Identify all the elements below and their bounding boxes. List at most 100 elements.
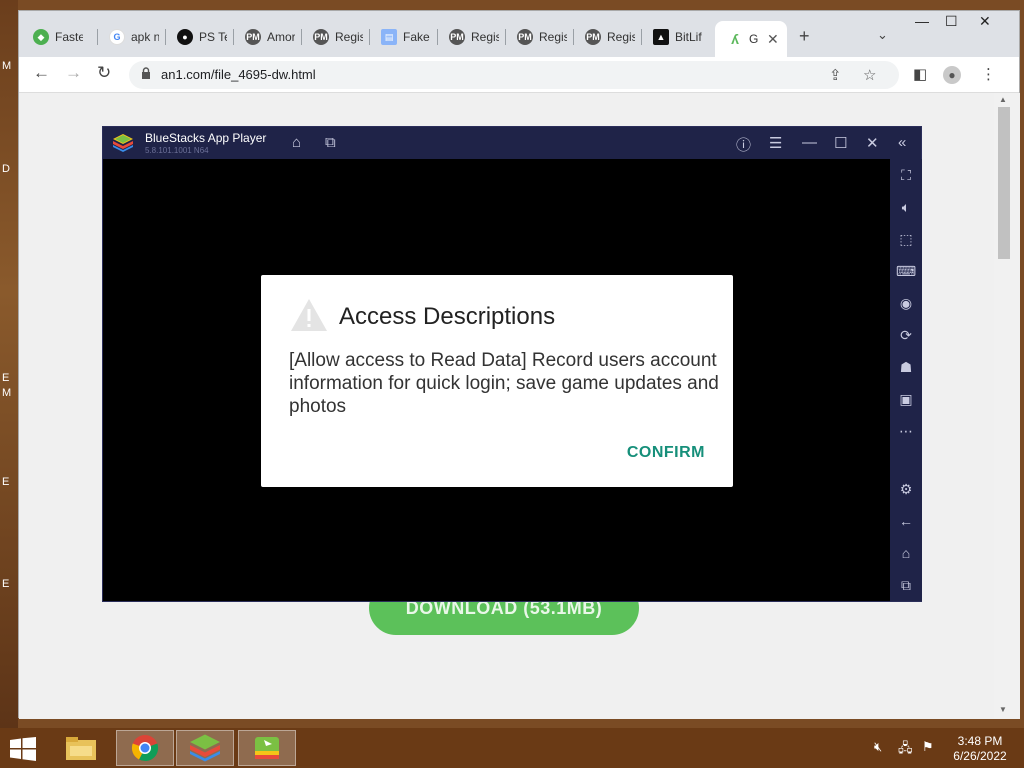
- pm-icon: PM: [517, 29, 533, 45]
- tab-label: Amor: [267, 30, 295, 44]
- scroll-up-icon[interactable]: ▲: [999, 95, 1007, 104]
- volume-muted-icon[interactable]: 🔇︎: [874, 739, 882, 755]
- tab-label: Regis: [539, 30, 567, 44]
- share-icon[interactable]: ⇪: [829, 66, 842, 84]
- minimize-icon[interactable]: —: [915, 13, 929, 29]
- clock-date: 6/26/2022: [953, 749, 1007, 763]
- bluestacks-window: BlueStacks App Player 5.8.101.1001 N64 ⌂…: [102, 126, 922, 602]
- browser-tab[interactable]: G apk n: [97, 25, 165, 49]
- system-clock[interactable]: 3:48 PM 6/26/2022: [948, 734, 1012, 764]
- chevron-down-icon[interactable]: ⌄: [877, 27, 888, 43]
- taskbar: 🔇︎ 🖧︎ ⚑ 3:48 PM 6/26/2022: [0, 728, 1024, 768]
- pointer-icon[interactable]: ⬚: [898, 231, 914, 247]
- multi-instance-icon[interactable]: ⧉: [325, 134, 336, 151]
- home-icon[interactable]: ⌂: [292, 134, 301, 151]
- action-center-icon[interactable]: ⚑: [922, 739, 934, 755]
- reload-icon[interactable]: ↻: [97, 63, 111, 83]
- recent-apps-icon[interactable]: ⧉: [898, 577, 914, 593]
- bluestacks-sidebar: ⛶ 🔈︎ ⬚ ⌨ ◉ ⟳ ☗ ▣ ⋯ ⚙ ← ⌂ ⧉: [890, 159, 922, 601]
- desktop-icon-label: E: [2, 476, 10, 488]
- scroll-down-icon[interactable]: ▼: [999, 705, 1007, 714]
- browser-tab[interactable]: PM Amor: [233, 25, 301, 49]
- bookmark-star-icon[interactable]: ☆: [863, 66, 876, 84]
- macro-icon[interactable]: ☗: [898, 359, 914, 375]
- file-explorer-taskbar-button[interactable]: [52, 730, 110, 766]
- desktop-icon-label: M: [2, 60, 12, 72]
- home-icon[interactable]: ⌂: [898, 545, 914, 561]
- browser-tab[interactable]: ▤ Fake: [369, 25, 437, 49]
- rotate-icon[interactable]: ⟳: [898, 327, 914, 343]
- pm-icon: PM: [313, 29, 329, 45]
- doc-icon: ▤: [381, 29, 397, 45]
- bluestacks-multi-instance-taskbar-button[interactable]: [238, 730, 296, 766]
- more-icon[interactable]: ⋯: [898, 423, 914, 439]
- tab-label: Faste: [55, 30, 83, 44]
- android-screen: Access Descriptions [Allow access to Rea…: [103, 159, 890, 601]
- browser-toolbar: ← → ↻ an1.com/file_4695-dw.html ⇪ ☆ ◧ ● …: [19, 57, 1019, 93]
- menu-kebab-icon[interactable]: ⋮: [981, 65, 996, 83]
- confirm-button[interactable]: CONFIRM: [627, 444, 705, 462]
- collapse-sidebar-icon[interactable]: «: [898, 134, 906, 151]
- address-bar[interactable]: an1.com/file_4695-dw.html ⇪ ☆: [129, 61, 899, 89]
- volume-icon[interactable]: 🔈︎: [898, 199, 914, 215]
- keyboard-icon[interactable]: ⌨: [896, 263, 916, 279]
- browser-tab[interactable]: ▲ BitLif: [641, 25, 713, 49]
- bluestacks-icon: ◆: [33, 29, 49, 45]
- windows-start-icon[interactable]: [10, 737, 36, 761]
- url-text: an1.com/file_4695-dw.html: [161, 67, 316, 82]
- pm-icon: PM: [585, 29, 601, 45]
- lock-icon: [142, 67, 150, 79]
- desktop-icon-label: E: [2, 578, 10, 590]
- app-version: 5.8.101.1001 N64: [145, 146, 209, 155]
- maximize-icon[interactable]: ☐: [945, 13, 958, 30]
- clock-time: 3:48 PM: [957, 734, 1003, 748]
- minimize-icon[interactable]: —: [802, 134, 817, 151]
- profile-avatar-icon[interactable]: ●: [943, 66, 961, 84]
- browser-tab[interactable]: PM Regis: [505, 25, 573, 49]
- back-icon[interactable]: ←: [898, 513, 914, 529]
- maximize-icon[interactable]: ☐: [834, 134, 847, 152]
- chrome-taskbar-button[interactable]: [116, 730, 174, 766]
- tab-label: Regis: [471, 30, 499, 44]
- pm-icon: PM: [245, 29, 261, 45]
- record-icon[interactable]: ◉: [898, 295, 914, 311]
- apk-install-icon[interactable]: ▣: [898, 391, 914, 407]
- browser-tab[interactable]: ◆ Faste: [21, 25, 97, 49]
- network-icon[interactable]: 🖧︎: [898, 739, 913, 761]
- close-icon[interactable]: ✕: [767, 31, 779, 48]
- close-window-icon[interactable]: ✕: [979, 13, 991, 30]
- bluestacks-icon: [190, 734, 220, 762]
- dialog-message: [Allow access to Read Data] Record users…: [289, 350, 719, 417]
- hamburger-menu-icon[interactable]: ☰: [769, 134, 782, 152]
- close-icon[interactable]: ✕: [866, 134, 879, 152]
- dialog-title: Access Descriptions: [339, 303, 556, 330]
- browser-tab[interactable]: PM Regis: [437, 25, 505, 49]
- side-panel-icon[interactable]: ◧: [913, 65, 927, 83]
- browser-tab[interactable]: ● PS Te: [165, 25, 233, 49]
- folder-icon: [66, 737, 96, 760]
- scroll-thumb[interactable]: [998, 107, 1010, 259]
- browser-tab[interactable]: PM Regis: [301, 25, 369, 49]
- google-icon: G: [109, 29, 125, 45]
- settings-gear-icon[interactable]: ⚙: [898, 481, 914, 497]
- tab-label: Fake: [403, 30, 430, 44]
- fullscreen-icon[interactable]: ⛶: [898, 167, 914, 183]
- access-dialog: Access Descriptions [Allow access to Rea…: [261, 275, 733, 487]
- desktop-icon-label: D: [2, 163, 10, 175]
- new-tab-icon[interactable]: +: [799, 26, 810, 47]
- tab-label: PS Te: [199, 30, 227, 44]
- bluestacks-taskbar-button[interactable]: [176, 730, 234, 766]
- chrome-icon: [131, 735, 159, 762]
- back-icon[interactable]: ←: [33, 63, 50, 83]
- app-title: BlueStacks App Player: [145, 131, 267, 145]
- browser-tab[interactable]: PM Regis: [573, 25, 641, 49]
- forward-icon[interactable]: →: [65, 63, 82, 83]
- browser-tab-active[interactable]: ʎ G ✕: [715, 21, 787, 57]
- tab-label: apk n: [131, 30, 159, 44]
- bluestacks-store-icon: [255, 737, 279, 759]
- tab-strip: ◆ Faste G apk n ● PS Te PM Amor PM Regis…: [19, 11, 1019, 57]
- scrollbar[interactable]: ▲ ▼: [994, 93, 1020, 719]
- help-icon[interactable]: ⓘ: [736, 134, 751, 155]
- tab-label: G: [749, 32, 759, 46]
- tab-label: Regis: [607, 30, 635, 44]
